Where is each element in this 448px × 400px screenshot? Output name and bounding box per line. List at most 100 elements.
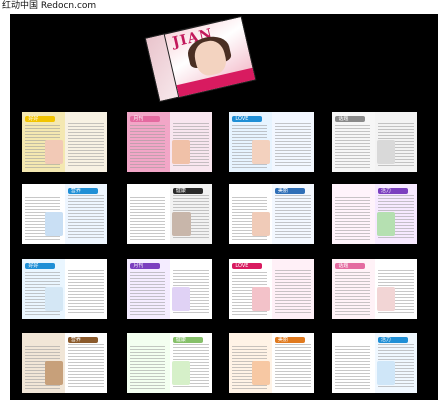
spread-label: 美丽 xyxy=(277,337,288,343)
accent-bar: 营养 xyxy=(67,336,98,343)
text-block xyxy=(334,272,371,316)
spread-label: 月刊 xyxy=(133,263,144,269)
page-right: 营养 xyxy=(64,184,107,244)
photo-block xyxy=(44,360,63,385)
text-block xyxy=(274,343,312,390)
photo-block xyxy=(251,360,270,385)
page-right: 活力 xyxy=(374,184,417,244)
spread-3-1[interactable]: 好好 xyxy=(22,259,107,319)
page-right xyxy=(169,259,212,319)
text-block xyxy=(274,269,312,316)
accent-bar: 美丽 xyxy=(274,336,305,343)
accent-bar: 健康 xyxy=(172,187,203,194)
photo-block xyxy=(377,211,395,236)
page-right xyxy=(374,112,417,172)
accent-bar: 话题 xyxy=(335,262,366,269)
spread-1-3[interactable]: LOVE xyxy=(229,112,314,172)
page-left xyxy=(127,184,170,244)
spread-label: LOVE xyxy=(235,116,249,122)
spread-3-2[interactable]: 月刊 xyxy=(127,259,212,319)
page-right xyxy=(271,259,314,319)
page-right: 美丽 xyxy=(271,333,314,393)
spread-4-1[interactable]: 营养 xyxy=(22,333,107,393)
photo-block xyxy=(44,139,63,164)
text-block xyxy=(334,125,371,169)
page-left: 好好 xyxy=(22,259,65,319)
text-block xyxy=(67,122,105,169)
spread-1-1[interactable]: 好好 xyxy=(22,112,107,172)
page-left: 话题 xyxy=(332,112,375,172)
text-block xyxy=(274,194,312,241)
accent-bar: 活力 xyxy=(377,336,408,343)
page-right: 健康 xyxy=(169,333,212,393)
accent-bar: 营养 xyxy=(67,187,98,194)
spread-2-1[interactable]: 营养 xyxy=(22,184,107,244)
page-left xyxy=(22,184,65,244)
spread-label: 健康 xyxy=(175,337,186,343)
text-block xyxy=(67,269,105,316)
photo-block xyxy=(377,360,395,385)
photo-block xyxy=(44,286,63,311)
spread-label: 活力 xyxy=(380,337,391,343)
spread-3-3[interactable]: LOVE xyxy=(229,259,314,319)
accent-bar: 月刊 xyxy=(130,115,161,122)
photo-block xyxy=(251,211,270,236)
spread-label: 营养 xyxy=(70,188,81,194)
photo-block xyxy=(377,139,395,164)
page-left: LOVE xyxy=(229,112,272,172)
photo-block xyxy=(377,286,395,311)
photo-block xyxy=(172,360,190,385)
page-right: 活力 xyxy=(374,333,417,393)
accent-bar: 美丽 xyxy=(274,187,305,194)
page-right: 健康 xyxy=(169,184,212,244)
accent-bar: 话题 xyxy=(335,115,366,122)
spread-1-2[interactable]: 月刊 xyxy=(127,112,212,172)
spread-2-3[interactable]: 美丽 xyxy=(229,184,314,244)
photo-block xyxy=(172,139,190,164)
page-left xyxy=(332,333,375,393)
photo-block xyxy=(172,286,190,311)
accent-bar: LOVE xyxy=(232,115,263,122)
text-block xyxy=(129,272,166,316)
text-block xyxy=(67,343,105,390)
page-left xyxy=(127,333,170,393)
spread-label: LOVE xyxy=(235,263,249,269)
spread-label: 月刊 xyxy=(133,116,144,122)
page-left xyxy=(332,184,375,244)
page-right xyxy=(374,259,417,319)
text-block xyxy=(334,197,371,241)
accent-bar: LOVE xyxy=(232,262,263,269)
spread-2-4[interactable]: 活力 xyxy=(332,184,417,244)
page-left: 月刊 xyxy=(127,259,170,319)
accent-bar: 月刊 xyxy=(130,262,161,269)
page-left xyxy=(22,333,65,393)
accent-bar: 活力 xyxy=(377,187,408,194)
text-block xyxy=(67,194,105,241)
spread-2-2[interactable]: 健康 xyxy=(127,184,212,244)
spread-3-4[interactable]: 话题 xyxy=(332,259,417,319)
spread-label: 话题 xyxy=(338,116,349,122)
page-left xyxy=(229,333,272,393)
text-block xyxy=(334,346,371,390)
spread-4-2[interactable]: 健康 xyxy=(127,333,212,393)
spread-4-4[interactable]: 活力 xyxy=(332,333,417,393)
page-left: 话题 xyxy=(332,259,375,319)
spread-label: 营养 xyxy=(70,337,81,343)
page-left xyxy=(229,184,272,244)
page-left: 月刊 xyxy=(127,112,170,172)
page-right xyxy=(169,112,212,172)
spread-label: 健康 xyxy=(175,188,186,194)
spread-label: 好好 xyxy=(28,116,39,122)
page-right xyxy=(64,259,107,319)
accent-bar: 好好 xyxy=(25,115,56,122)
text-block xyxy=(129,197,166,241)
photo-block xyxy=(44,211,63,236)
photo-block xyxy=(251,286,270,311)
accent-bar: 健康 xyxy=(172,336,203,343)
spread-4-3[interactable]: 美丽 xyxy=(229,333,314,393)
page-right: 美丽 xyxy=(271,184,314,244)
spread-label: 好好 xyxy=(28,263,39,269)
watermark: 红动中国 Redocn.com xyxy=(2,1,97,11)
spread-1-4[interactable]: 话题 xyxy=(332,112,417,172)
text-block xyxy=(129,125,166,169)
